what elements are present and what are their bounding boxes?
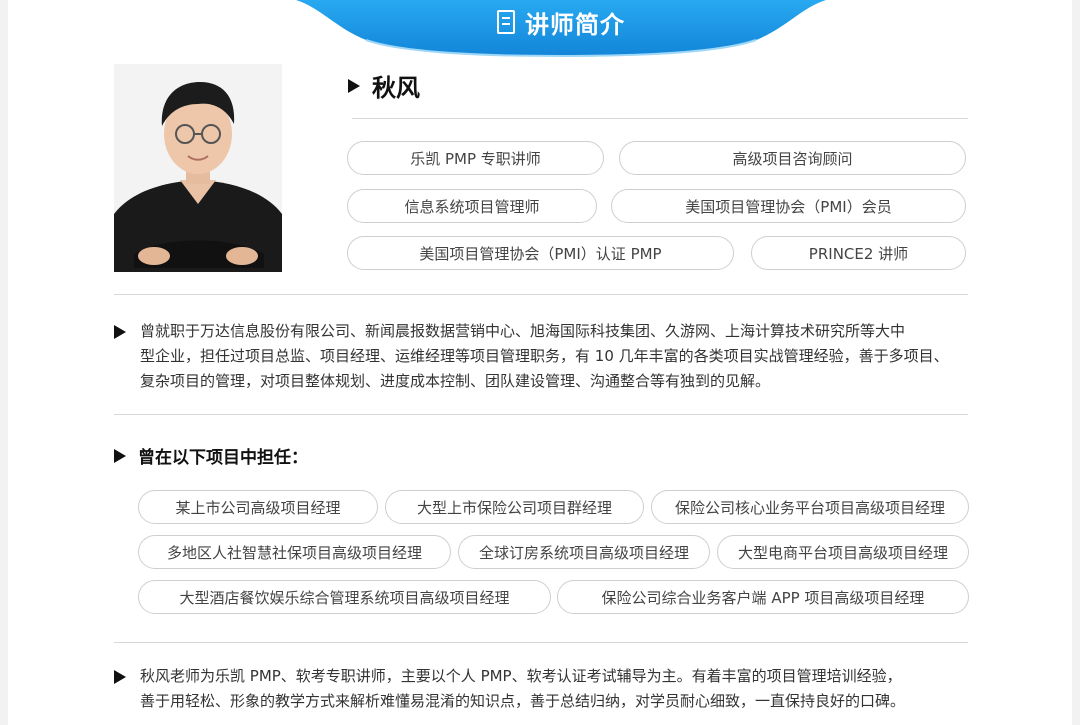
- credential-tag: 高级项目咨询顾问: [619, 141, 966, 175]
- instructor-page: 讲师简介 秋风 乐凯 PMP 专职讲师 高级项目咨询顾问 信息系统项目管理师 美…: [8, 0, 1072, 725]
- instructor-name-row: 秋风: [348, 68, 420, 103]
- divider: [114, 414, 968, 415]
- document-icon: [497, 10, 515, 34]
- project-tag: 保险公司核心业务平台项目高级项目经理: [651, 490, 969, 524]
- project-tag: 大型电商平台项目高级项目经理: [717, 535, 969, 569]
- divider: [114, 294, 968, 295]
- project-tag: 大型酒店餐饮娱乐综合管理系统项目高级项目经理: [138, 580, 551, 614]
- projects-heading: 曾在以下项目中担任：: [114, 443, 308, 468]
- credential-tag: 美国项目管理协会（PMI）认证 PMP: [347, 236, 734, 270]
- play-arrow-icon: [114, 325, 126, 339]
- project-tag: 全球订房系统项目高级项目经理: [458, 535, 710, 569]
- bio-line: 复杂项目的管理，对项目整体规划、进度成本控制、团队建设管理、沟通整合等有独到的见…: [140, 372, 771, 390]
- banner-title-text: 讲师简介: [525, 10, 625, 39]
- instructor-name: 秋风: [372, 74, 420, 102]
- projects-heading-text: 曾在以下项目中担任：: [138, 448, 308, 468]
- divider: [114, 642, 968, 643]
- credential-tag: 美国项目管理协会（PMI）会员: [611, 189, 966, 223]
- instructor-photo: [114, 64, 282, 272]
- divider: [352, 118, 968, 119]
- credential-tag: 信息系统项目管理师: [347, 189, 597, 223]
- project-tag: 大型上市保险公司项目群经理: [385, 490, 644, 524]
- summary-paragraph: 秋风老师为乐凯 PMP、软考专职讲师，主要以个人 PMP、软考认证考试辅导为主。…: [114, 664, 974, 714]
- project-tag: 保险公司综合业务客户端 APP 项目高级项目经理: [557, 580, 969, 614]
- section-banner: 讲师简介: [296, 0, 826, 58]
- bio-line: 曾就职于万达信息股份有限公司、新闻晨报数据营销中心、旭海国际科技集团、久游网、上…: [140, 322, 906, 340]
- summary-line: 善于用轻松、形象的教学方式来解析难懂易混淆的知识点，善于总结归纳，对学员耐心细致…: [140, 692, 906, 710]
- banner-title: 讲师简介: [296, 2, 826, 42]
- project-tag: 某上市公司高级项目经理: [138, 490, 378, 524]
- play-arrow-icon: [348, 78, 360, 93]
- bio-paragraph: 曾就职于万达信息股份有限公司、新闻晨报数据营销中心、旭海国际科技集团、久游网、上…: [114, 319, 974, 394]
- summary-line: 秋风老师为乐凯 PMP、软考专职讲师，主要以个人 PMP、软考认证考试辅导为主。…: [140, 667, 902, 685]
- play-arrow-icon: [114, 670, 126, 684]
- bio-line: 型企业，担任过项目总监、项目经理、运维经理等项目管理职务，有 10 几年丰富的各…: [140, 347, 949, 365]
- credential-tag: 乐凯 PMP 专职讲师: [347, 141, 604, 175]
- project-tag: 多地区人社智慧社保项目高级项目经理: [138, 535, 451, 569]
- play-arrow-icon: [114, 448, 126, 463]
- credential-tag: PRINCE2 讲师: [751, 236, 966, 270]
- instructor-portrait: [114, 64, 282, 272]
